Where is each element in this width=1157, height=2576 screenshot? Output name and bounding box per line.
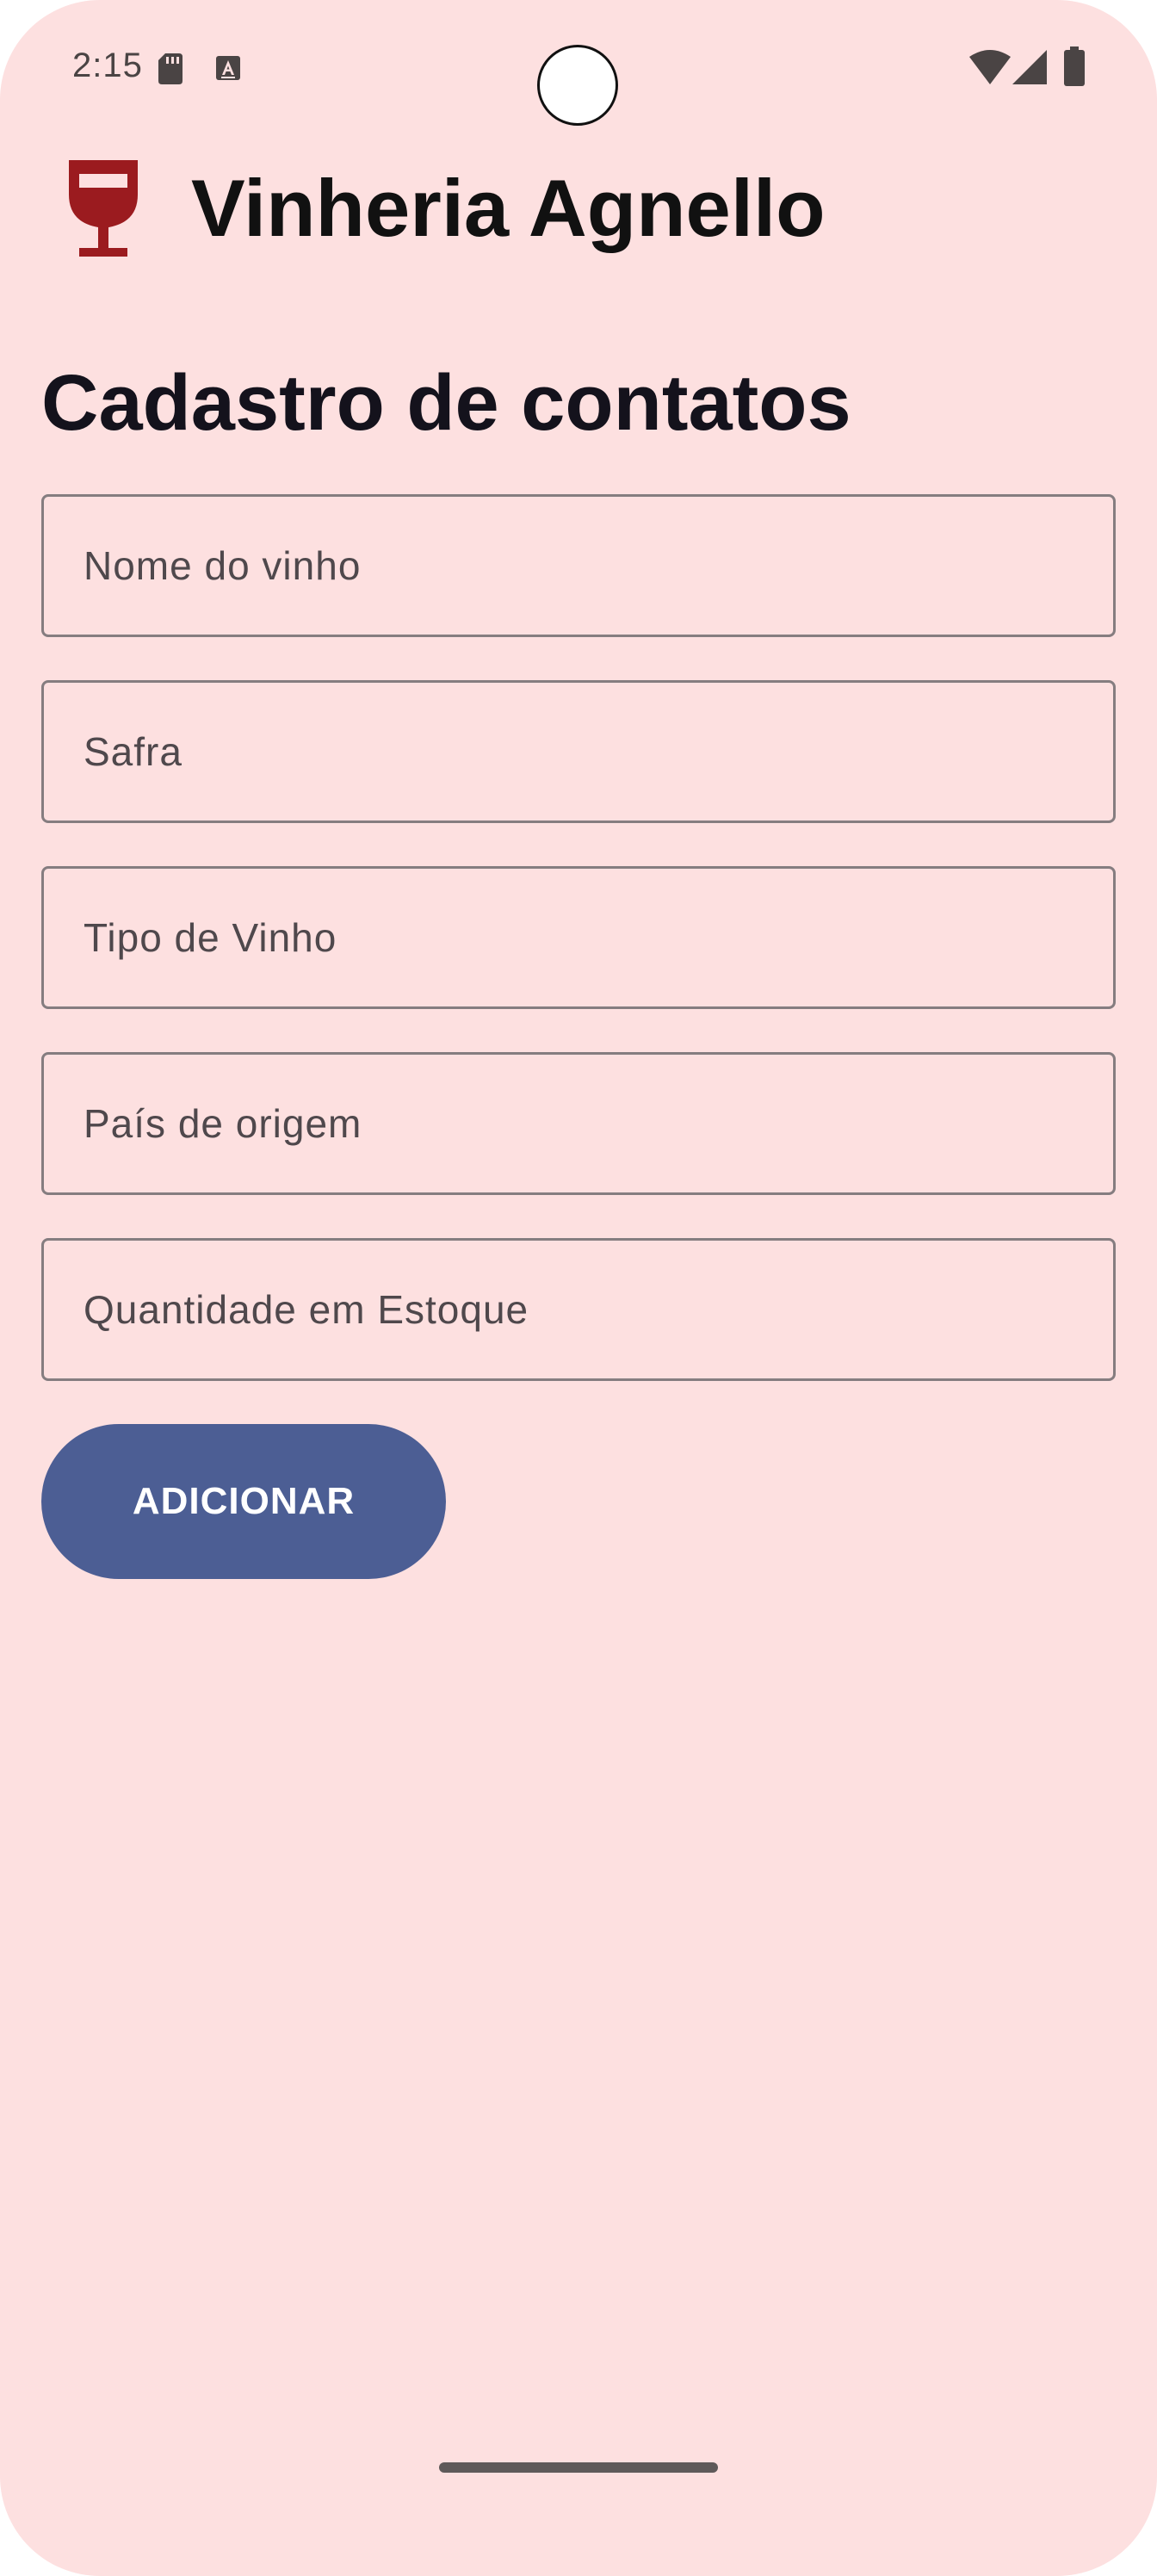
status-time: 2:15 [72,46,143,84]
app-header: Vinheria Agnello [0,146,1157,267]
wine-type-input[interactable] [44,869,1113,1006]
phone-screen: 2:15 Vinheria Agnello Cadastro de contat… [0,0,1157,2576]
page-title: Cadastro de contatos [41,359,851,447]
wine-type-field[interactable] [41,866,1116,1009]
wine-name-field[interactable] [41,494,1116,637]
app-title: Vinheria Agnello [191,163,826,253]
stock-quantity-input[interactable] [44,1241,1113,1378]
vintage-field[interactable] [41,680,1116,823]
status-bar: 2:15 [0,0,1157,138]
stock-quantity-field[interactable] [41,1238,1116,1381]
add-button[interactable]: ADICIONAR [41,1424,446,1579]
wine-name-input[interactable] [44,497,1113,635]
camera-cutout [537,45,618,126]
vintage-input[interactable] [44,683,1113,820]
cell-signal-icon [1012,50,1047,84]
wine-glass-icon [69,160,138,257]
wifi-icon [969,50,1011,84]
home-indicator[interactable] [439,2462,718,2473]
sd-card-icon [158,53,183,84]
country-of-origin-field[interactable] [41,1052,1116,1195]
battery-icon [1064,46,1085,86]
accessibility-a-icon [216,56,240,80]
country-of-origin-input[interactable] [44,1055,1113,1192]
